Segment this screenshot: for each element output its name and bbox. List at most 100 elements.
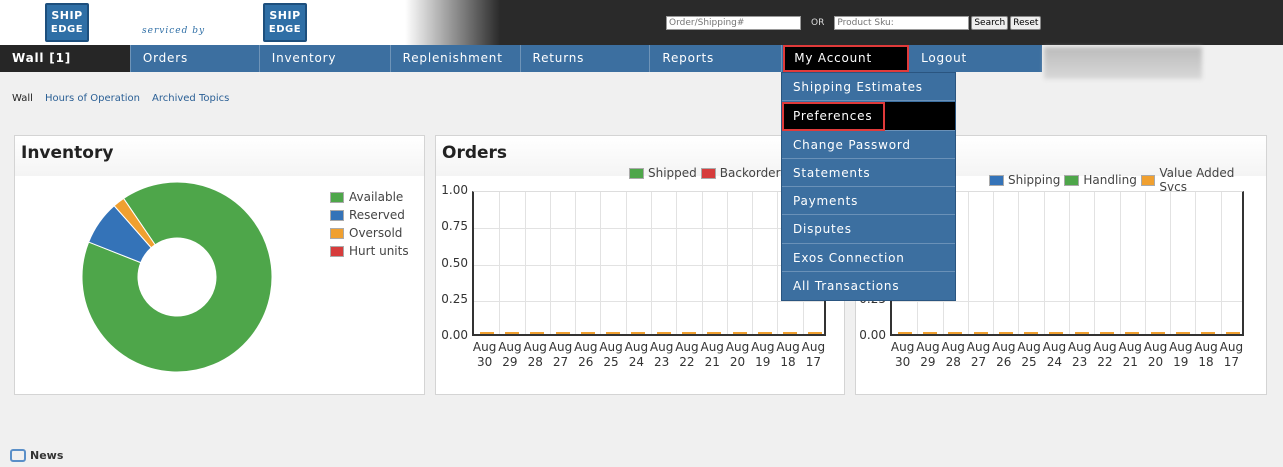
x-tick-label: Aug 20 xyxy=(725,340,750,369)
legend-swatch xyxy=(330,209,344,221)
x-tick-label: Aug 17 xyxy=(801,340,826,369)
grid-line-vertical xyxy=(967,192,969,334)
my-account-dropdown: Shipping Estimates Preferences Change Pa… xyxy=(781,72,956,302)
sublink-archived-topics[interactable]: Archived Topics xyxy=(152,93,229,104)
bar xyxy=(504,332,519,334)
nav-returns[interactable]: Returns xyxy=(521,45,651,72)
grid-line-vertical xyxy=(1018,192,1020,334)
shipedge-logo-secondary: SHIP EDGE xyxy=(263,3,307,42)
inventory-title: Inventory xyxy=(21,143,114,163)
bar xyxy=(1049,332,1064,334)
grid-line-horizontal xyxy=(474,300,824,302)
x-tick-label: Aug 28 xyxy=(941,340,965,369)
x-tick-label: Aug 19 xyxy=(751,340,775,369)
bar xyxy=(1024,332,1039,334)
sublink-hours-of-operation[interactable]: Hours of Operation xyxy=(45,93,140,104)
nav-orders[interactable]: Orders xyxy=(131,45,260,72)
grid-line-vertical xyxy=(1069,192,1070,334)
grid-line-vertical xyxy=(1195,192,1197,334)
legend-item-backorders: Backorders xyxy=(700,166,787,180)
menu-item-shipping-estimates[interactable]: Shipping Estimates xyxy=(782,73,955,102)
x-tick-label: Aug 18 xyxy=(776,340,800,369)
legend-swatch xyxy=(989,174,1004,186)
nav-my-account[interactable]: My Account xyxy=(783,45,910,72)
y-tick-label: 0.25 xyxy=(441,291,468,306)
bar xyxy=(1226,332,1241,334)
legend-item-shipped: Shipped xyxy=(629,166,697,180)
legend-swatch xyxy=(330,245,344,257)
grid-line-vertical xyxy=(993,192,995,334)
grid-line-vertical xyxy=(575,192,577,334)
sublink-wall[interactable]: Wall xyxy=(12,93,33,104)
inventory-panel: Inventory Available Reserved Oversold Hu… xyxy=(14,135,425,395)
search-button[interactable]: Search xyxy=(971,15,1009,30)
grid-line-vertical xyxy=(701,192,703,334)
bar xyxy=(1150,332,1165,334)
legend-item-reserved: Reserved xyxy=(330,206,409,224)
grid-line-vertical xyxy=(600,192,602,334)
legend-swatch xyxy=(1064,174,1080,186)
legend-swatch xyxy=(330,227,344,239)
grid-line-vertical xyxy=(651,192,652,334)
reset-button[interactable]: Reset xyxy=(1010,15,1042,30)
grid-line-vertical xyxy=(777,192,779,334)
x-tick-label: Aug 27 xyxy=(966,340,991,369)
x-tick-label: Aug 22 xyxy=(1093,340,1117,369)
y-tick-label: 0.00 xyxy=(441,328,468,342)
nav-wall[interactable]: Wall [1] xyxy=(0,45,131,72)
bar xyxy=(530,332,545,334)
news-section[interactable]: News xyxy=(10,449,63,462)
y-tick-label: 0.50 xyxy=(441,255,468,270)
x-tick-label: Aug 20 xyxy=(1143,340,1168,369)
grid-line-vertical xyxy=(726,192,728,334)
menu-item-preferences-row[interactable]: Preferences xyxy=(782,102,955,131)
x-tick-label: Aug 29 xyxy=(916,340,940,369)
bar xyxy=(998,332,1013,334)
x-tick-label: Aug 24 xyxy=(624,340,649,369)
bar xyxy=(973,332,988,334)
x-tick-label: Aug 19 xyxy=(1169,340,1193,369)
legend-item-oversold: Oversold xyxy=(330,224,409,242)
bar xyxy=(555,332,570,334)
menu-item-all-transactions[interactable]: All Transactions xyxy=(782,272,955,300)
legend-item-shipping: Shipping xyxy=(989,166,1060,194)
orders-legend: Shipped Backorders xyxy=(629,166,791,180)
bar xyxy=(479,332,494,334)
product-sku-input[interactable] xyxy=(834,15,970,30)
inventory-pie-chart xyxy=(81,181,273,373)
x-tick-label: Aug 24 xyxy=(1042,340,1067,369)
nav-inventory[interactable]: Inventory xyxy=(260,45,391,72)
menu-item-disputes[interactable]: Disputes xyxy=(782,215,955,244)
menu-item-preferences[interactable]: Preferences xyxy=(782,102,885,131)
search-area: OR Search Reset xyxy=(666,15,1042,30)
main-nav: Wall [1] Orders Inventory Replenishment … xyxy=(0,45,1042,72)
legend-swatch xyxy=(700,167,716,179)
bar xyxy=(681,332,696,334)
x-tick-label: Aug 22 xyxy=(675,340,699,369)
wall-sublinks: Wall Hours of Operation Archived Topics xyxy=(12,93,229,104)
menu-item-statements[interactable]: Statements xyxy=(782,159,955,188)
menu-item-payments[interactable]: Payments xyxy=(782,187,955,216)
bar xyxy=(707,332,722,334)
order-shipping-input[interactable] xyxy=(666,15,801,30)
charges-legend: Shipping Handling Value Added Svcs xyxy=(989,166,1266,194)
bar xyxy=(1099,332,1114,334)
x-tick-label: Aug 30 xyxy=(890,340,915,369)
nav-reports[interactable]: Reports xyxy=(650,45,783,72)
grid-line-horizontal xyxy=(474,228,824,230)
legend-item-value-added-svcs: Value Added Svcs xyxy=(1140,166,1262,194)
bar xyxy=(631,332,646,334)
bar xyxy=(732,332,747,334)
grid-line-vertical xyxy=(1094,192,1096,334)
nav-replenishment[interactable]: Replenishment xyxy=(391,45,521,72)
bar xyxy=(757,332,772,334)
menu-item-change-password[interactable]: Change Password xyxy=(782,131,955,159)
x-tick-label: Aug 23 xyxy=(649,340,674,369)
menu-item-exos-connection[interactable]: Exos Connection xyxy=(782,244,955,273)
grid-line-vertical xyxy=(1119,192,1121,334)
bar xyxy=(1175,332,1190,334)
shipedge-logo[interactable]: SHIP EDGE xyxy=(45,3,89,42)
nav-logout[interactable]: Logout xyxy=(909,45,1042,72)
legend-swatch xyxy=(629,167,644,179)
bar xyxy=(922,332,937,334)
